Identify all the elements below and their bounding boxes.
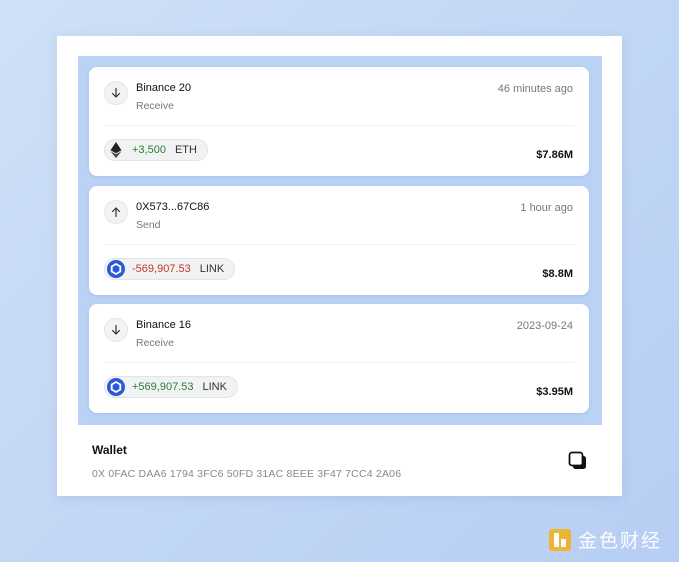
transaction-time: 46 minutes ago (497, 83, 573, 95)
transaction-item[interactable]: Binance 16 Receive 2023-09-24 +569,907.5… (89, 304, 589, 413)
token-amount: -569,907.53 (132, 263, 191, 275)
transaction-time: 2023-09-24 (516, 320, 573, 332)
transaction-time: 1 hour ago (520, 202, 573, 214)
divider (104, 244, 574, 245)
token-amount-pill[interactable]: +3,500 ETH (104, 139, 208, 161)
copy-icon (568, 451, 586, 469)
usd-value: $7.86M (536, 149, 573, 161)
copy-button[interactable] (567, 450, 589, 472)
counterparty-name: 0X573...67C86 (136, 201, 210, 213)
arrow-down-icon (104, 81, 128, 105)
chainlink-icon (107, 260, 125, 278)
token-symbol: LINK (199, 263, 225, 275)
wallet-address[interactable]: 0X 0FAC DAA6 1794 3FC6 50FD 31AC 8EEE 3F… (92, 468, 401, 480)
transaction-type: Send (136, 219, 161, 231)
token-symbol: ETH (174, 144, 197, 156)
watermark-text: 金色财经 (578, 530, 663, 552)
token-amount: +3,500 (132, 144, 166, 156)
arrow-up-icon (104, 200, 128, 224)
divider (104, 125, 574, 126)
token-amount-pill[interactable]: +569,907.53 LINK (104, 376, 238, 398)
token-amount-pill[interactable]: -569,907.53 LINK (104, 258, 236, 280)
chainlink-icon (107, 378, 125, 396)
token-symbol: LINK (202, 381, 227, 393)
usd-value: $8.8M (542, 268, 573, 280)
arrow-down-icon (104, 318, 128, 342)
token-amount: +569,907.53 (132, 381, 194, 393)
transaction-list: Binance 20 Receive 46 minutes ago +3,500… (78, 56, 602, 425)
watermark: 金色财经 (548, 526, 662, 553)
transaction-item[interactable]: 0X573...67C86 Send 1 hour ago -569,907.5… (89, 186, 589, 295)
counterparty-name: Binance 16 (136, 319, 192, 331)
transaction-item[interactable]: Binance 20 Receive 46 minutes ago +3,500… (89, 67, 589, 176)
ethereum-icon (107, 141, 125, 159)
transaction-type: Receive (136, 100, 174, 112)
counterparty-name: Binance 20 (136, 82, 192, 94)
usd-value: $3.95M (536, 386, 573, 398)
transaction-card: Binance 20 Receive 46 minutes ago +3,500… (57, 36, 622, 496)
transaction-type: Receive (136, 337, 174, 349)
divider (104, 362, 574, 363)
jinse-logo-icon (549, 528, 571, 551)
wallet-label: Wallet (92, 443, 127, 457)
